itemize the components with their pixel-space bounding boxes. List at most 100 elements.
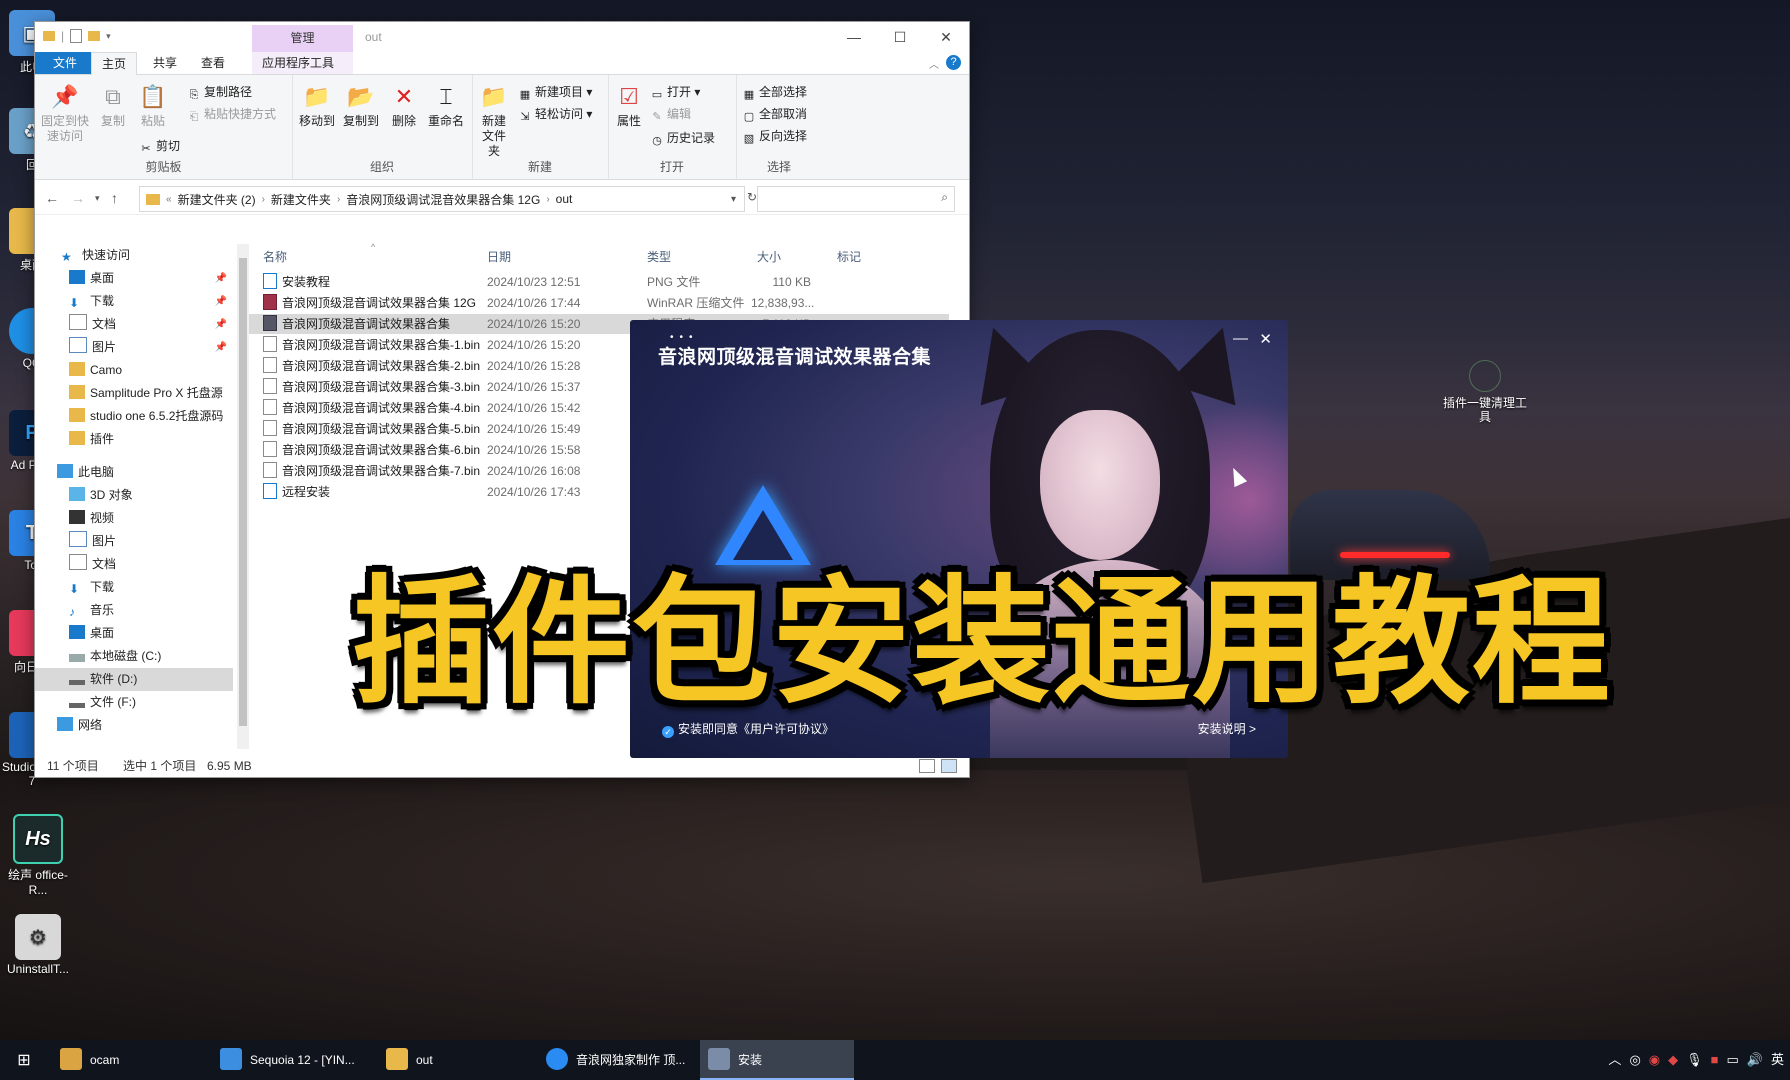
thumbnail-view-icon[interactable] [941, 759, 957, 773]
nav-item[interactable]: studio one 6.5.2托盘源码 [35, 405, 233, 428]
chevron-down-icon[interactable]: ▾ [106, 31, 111, 42]
move-to-button[interactable]: 📁 移动到 [296, 81, 338, 129]
desktop-icon-huisheng[interactable]: Hs 绘声 office-R... [6, 814, 70, 897]
file-row[interactable]: 安装教程 2024/10/23 12:51 PNG 文件 110 KB [249, 272, 949, 292]
nav-pc-item[interactable]: 视频 [35, 507, 233, 530]
invert-selection-button[interactable]: ▧ 反向选择 [742, 127, 807, 146]
rename-button[interactable]: ⌶ 重命名 [424, 81, 468, 129]
desktop-icon-cleaner[interactable]: 插件一键清理工具 [1440, 360, 1530, 424]
minimize-button[interactable]: — [831, 26, 877, 48]
tray-app-icon[interactable]: ◆ [1668, 1040, 1678, 1080]
column-size[interactable]: 大小 [757, 248, 781, 265]
tab-share[interactable]: 共享 [143, 52, 187, 74]
back-arrow-icon[interactable]: ← [45, 190, 59, 206]
nav-item[interactable]: 插件 [35, 428, 233, 451]
taskbar-item-ocam[interactable]: ocam [52, 1040, 210, 1080]
pin-quick-access-button[interactable]: 📌 固定到快速访问 [39, 81, 91, 144]
select-all-button[interactable]: ▦ 全部选择 [742, 83, 807, 102]
network-icon[interactable]: ▭ [1727, 1040, 1739, 1080]
nav-this-pc[interactable]: 此电脑 [35, 461, 233, 484]
maximize-button[interactable]: ☐ [877, 26, 923, 48]
nav-pc-item[interactable]: 软件 (D:) [35, 668, 233, 691]
nav-pc-item[interactable]: ⬇ 下载 [35, 576, 233, 599]
tray-app-icon[interactable]: ■ [1711, 1040, 1719, 1080]
file-row[interactable]: 音浪网顶级混音调试效果器合集 12G 2024/10/26 17:44 WinR… [249, 293, 949, 313]
tab-file[interactable]: 文件 [35, 52, 95, 74]
column-date[interactable]: 日期 [487, 248, 511, 265]
record-icon[interactable]: ◉ [1649, 1040, 1660, 1080]
new-folder-button[interactable]: 📁 新建文件夹 [474, 81, 514, 159]
properties-button[interactable]: ☑ 属性 [612, 81, 646, 129]
up-arrow-icon[interactable]: ↑ [111, 190, 118, 206]
nav-pc-item[interactable]: 桌面 [35, 622, 233, 645]
nav-pc-item[interactable]: 文件 (F:) [35, 691, 233, 714]
taskbar-item-installer[interactable]: 安装 [700, 1040, 854, 1080]
nav-item[interactable]: Camo [35, 359, 233, 382]
forward-arrow-icon[interactable]: → [71, 190, 85, 206]
details-view-icon[interactable] [919, 759, 935, 773]
taskbar-item-sequoia[interactable]: Sequoia 12 - [YIN... [212, 1040, 380, 1080]
address-bar[interactable]: « 新建文件夹 (2) › 新建文件夹 › 音浪网顶级调试混音效果器合集 12G… [139, 186, 745, 212]
breadcrumb-item[interactable]: 新建文件夹 (2) [178, 191, 256, 208]
manage-context-tab[interactable]: 管理 [252, 25, 353, 52]
nav-pc-item[interactable]: 图片 [35, 530, 233, 553]
copy-to-button[interactable]: 📂 复制到 [340, 81, 382, 129]
properties-icon[interactable] [70, 29, 83, 43]
tab-view[interactable]: 查看 [191, 52, 235, 74]
nav-network[interactable]: 网络 [35, 714, 233, 737]
breadcrumb-item[interactable]: 新建文件夹 [271, 191, 331, 208]
windows-start-icon[interactable]: ⊞ [0, 1040, 48, 1080]
recent-chevron-icon[interactable]: ▾ [95, 193, 100, 204]
chevron-down-icon[interactable]: ▾ [731, 194, 736, 205]
close-button[interactable]: ✕ [923, 26, 969, 48]
tab-home[interactable]: 主页 [91, 52, 138, 76]
search-input[interactable]: ⌕ [757, 186, 955, 212]
cut-button[interactable]: ✂ 剪切 [139, 137, 180, 156]
copy-path-button[interactable]: ⎘ 复制路径 [187, 83, 252, 102]
nav-scrollbar[interactable] [237, 244, 249, 749]
new-folder-icon[interactable] [88, 31, 101, 41]
refresh-icon[interactable]: ↻ [747, 190, 757, 204]
edit-button[interactable]: ✎ 编辑 [650, 105, 691, 124]
select-none-button[interactable]: ▢ 全部取消 [742, 105, 807, 124]
taskbar-item-browser[interactable]: 音浪网独家制作 顶... [538, 1040, 706, 1080]
column-type[interactable]: 类型 [647, 248, 671, 265]
nav-pc-item[interactable]: 3D 对象 [35, 484, 233, 507]
input-method-indicator[interactable]: 英 [1771, 1040, 1784, 1080]
delete-button[interactable]: ✕ 删除 [386, 81, 422, 129]
chevron-up-icon[interactable]: ︿ [1608, 1040, 1621, 1080]
nav-item[interactable]: 桌面 📌 [35, 267, 233, 290]
title-bar[interactable]: | ▾ 管理 out — ☐ ✕ [35, 22, 969, 52]
tray-app-icon[interactable]: ◎ [1629, 1040, 1640, 1080]
volume-icon[interactable]: 🔊 [1747, 1040, 1763, 1080]
nav-pc-item[interactable]: ♪ 音乐 [35, 599, 233, 622]
taskbar-item-explorer[interactable]: out [378, 1040, 536, 1080]
paste-shortcut-button[interactable]: ⎗ 粘贴快捷方式 [187, 105, 276, 124]
nav-quick-access[interactable]: ★ 快速访问 [35, 244, 233, 267]
nav-pc-item[interactable]: 本地磁盘 (C:) [35, 645, 233, 668]
microphone-icon[interactable]: 🎙 [1686, 1040, 1703, 1080]
easy-access-button[interactable]: ⇲ 轻松访问 ▾ [518, 105, 592, 124]
overflow-icon[interactable]: « [166, 194, 172, 205]
nav-pc-item[interactable]: 文档 [35, 553, 233, 576]
scrollbar-thumb[interactable] [239, 258, 247, 726]
breadcrumb-item[interactable]: out [556, 192, 573, 206]
desktop-icon-uninstall[interactable]: ⚙ UninstallT... [6, 914, 70, 976]
paste-button[interactable]: 📋 粘贴 [135, 81, 171, 129]
open-button[interactable]: ▭ 打开 ▾ [650, 83, 701, 102]
history-button[interactable]: ◷ 历史记录 [650, 129, 715, 148]
nav-item[interactable]: Samplitude Pro X 托盘源 [35, 382, 233, 405]
nav-item[interactable]: ⬇ 下载 📌 [35, 290, 233, 313]
column-name[interactable]: 名称 [263, 248, 287, 265]
installer-close-button[interactable]: ✕ [1259, 330, 1272, 348]
column-tags[interactable]: 标记 [837, 248, 861, 265]
nav-item[interactable]: 文档 📌 [35, 313, 233, 336]
installer-minimize-button[interactable]: — [1233, 330, 1248, 347]
help-icon[interactable]: ? [946, 55, 961, 70]
copy-button[interactable]: ⧉ 复制 [95, 81, 131, 129]
nav-item[interactable]: 图片 📌 [35, 336, 233, 359]
breadcrumb-item[interactable]: 音浪网顶级调试混音效果器合集 12G [346, 191, 540, 208]
chevron-up-icon[interactable]: ︿ [929, 56, 939, 71]
tab-app-tools[interactable]: 应用程序工具 [252, 52, 353, 74]
new-item-button[interactable]: ▦ 新建项目 ▾ [518, 83, 593, 102]
